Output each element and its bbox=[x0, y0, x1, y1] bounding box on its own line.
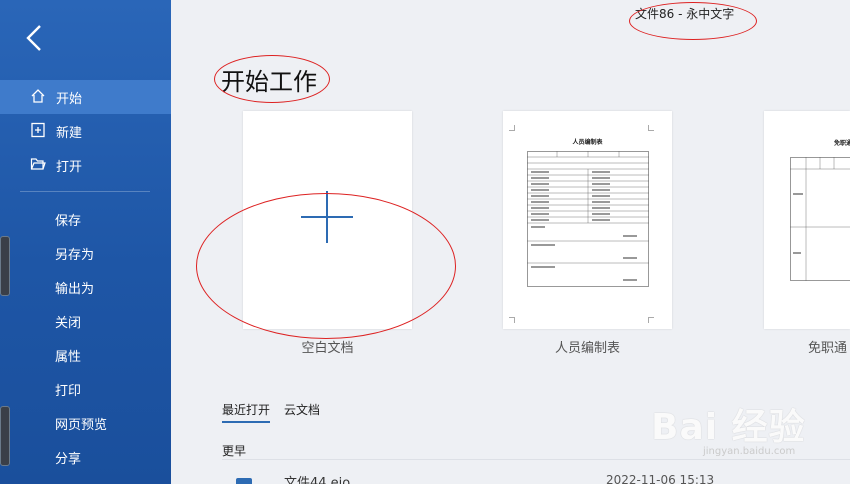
main-panel: 文件86 - 永中文字 开始工作 空白文档 人员编制表 人员编制表 免职通 免职… bbox=[171, 0, 850, 484]
table-preview-graphic bbox=[527, 151, 649, 287]
file-name: 文件44.eio bbox=[284, 476, 351, 484]
sidebar-item-label: 网页预览 bbox=[55, 417, 108, 433]
template-staffing-table[interactable]: 人员编制表 bbox=[503, 111, 672, 329]
form-preview-graphic bbox=[790, 157, 850, 281]
sidebar-item-save[interactable]: 保存 bbox=[0, 202, 171, 236]
home-icon bbox=[30, 88, 48, 106]
crop-mark bbox=[648, 317, 654, 323]
sidebar-item-label: 保存 bbox=[55, 213, 82, 229]
sidebar-item-label: 开始 bbox=[56, 91, 83, 107]
sidebar-item-start[interactable]: 开始 bbox=[0, 80, 171, 114]
folder-open-icon bbox=[30, 156, 48, 174]
recent-file-row[interactable]: 文件44.eio 2022-11-06 15:13 bbox=[222, 468, 850, 484]
template-blank-document[interactable] bbox=[243, 111, 412, 329]
sidebar-item-web-preview[interactable]: 网页预览 bbox=[0, 406, 171, 440]
sidebar-item-label: 输出为 bbox=[55, 281, 95, 297]
sidebar-item-label: 关闭 bbox=[55, 315, 82, 331]
sidebar-item-save-as[interactable]: 另存为 bbox=[0, 236, 171, 270]
template-dismissal-notice[interactable]: 免职通 bbox=[764, 111, 850, 329]
sidebar-item-label: 属性 bbox=[55, 349, 82, 365]
chevron-left-icon bbox=[26, 25, 41, 51]
sidebar-item-label: 新建 bbox=[56, 125, 83, 141]
sidebar-item-export[interactable]: 输出为 bbox=[0, 270, 171, 304]
template-label: 人员编制表 bbox=[554, 341, 620, 356]
document-icon bbox=[236, 478, 252, 484]
sidebar-item-print[interactable]: 打印 bbox=[0, 372, 171, 406]
sidebar-item-label: 另存为 bbox=[55, 247, 95, 263]
tab-cloud-docs[interactable]: 云文档 bbox=[284, 401, 320, 423]
crop-mark bbox=[509, 317, 515, 323]
page-title: 开始工作 bbox=[221, 68, 317, 96]
divider bbox=[222, 459, 850, 460]
sidebar-item-open[interactable]: 打开 bbox=[0, 148, 171, 182]
crop-mark bbox=[648, 125, 654, 131]
document-title: 文件86 - 永中文字 bbox=[635, 7, 735, 21]
sidebar-item-label: 打印 bbox=[55, 383, 82, 399]
sidebar-item-new[interactable]: 新建 bbox=[0, 114, 171, 148]
preview-title: 人员编制表 bbox=[572, 139, 603, 146]
crop-mark bbox=[509, 125, 515, 131]
sidebar-item-label: 打开 bbox=[56, 159, 83, 175]
side-edge-handle bbox=[0, 406, 10, 466]
sidebar-divider bbox=[20, 191, 150, 192]
plus-icon bbox=[301, 191, 353, 243]
side-edge-handle bbox=[0, 236, 10, 296]
preview-title: 免职通 bbox=[834, 140, 850, 147]
sidebar-item-share[interactable]: 分享 bbox=[0, 440, 171, 474]
tab-recent[interactable]: 最近打开 bbox=[222, 401, 271, 423]
new-doc-icon bbox=[30, 122, 48, 140]
sidebar: 开始 新建 打开 保存 另存为 输出为 关闭 属性 打印 网页预览 分享 bbox=[0, 0, 171, 484]
back-button[interactable] bbox=[20, 20, 50, 56]
section-label: 更早 bbox=[222, 444, 247, 458]
sidebar-item-label: 分享 bbox=[55, 451, 82, 467]
sidebar-item-properties[interactable]: 属性 bbox=[0, 338, 171, 372]
file-date: 2022-11-06 15:13 bbox=[606, 473, 715, 484]
sidebar-item-close[interactable]: 关闭 bbox=[0, 304, 171, 338]
recent-tabs: 最近打开 云文档 bbox=[222, 401, 334, 423]
template-label: 空白文档 bbox=[301, 341, 354, 356]
template-label: 免职通 bbox=[808, 341, 848, 356]
